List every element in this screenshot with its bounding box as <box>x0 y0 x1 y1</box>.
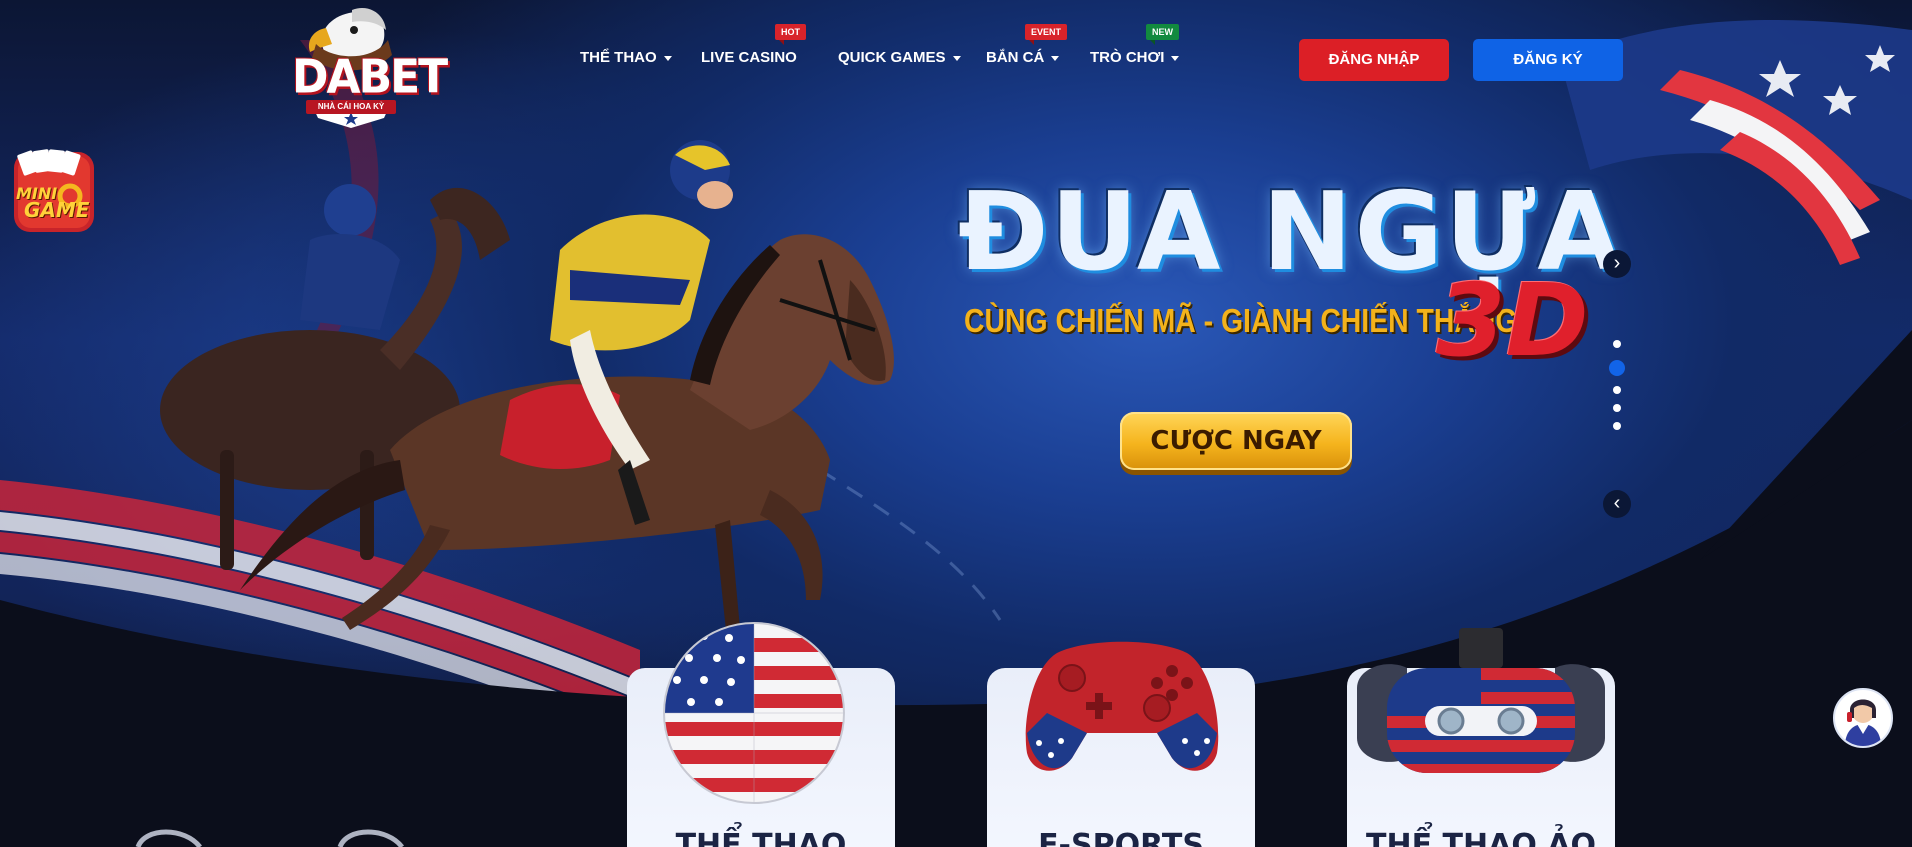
chevron-left-icon: ‹ <box>1613 492 1621 514</box>
register-button[interactable]: ĐĂNG KÝ <box>1473 39 1623 81</box>
chevron-down-icon <box>1171 55 1180 61</box>
nav-item-label: TRÒ CHƠI <box>1090 49 1165 66</box>
nav-item-quick-games[interactable]: QUICK GAMES <box>838 44 961 72</box>
horse-racing-illustration <box>160 140 894 650</box>
carousel-dot[interactable] <box>1613 422 1621 430</box>
live-support-button[interactable] <box>1833 688 1893 748</box>
category-label: THỂ THAO <box>675 828 847 847</box>
category-card-sports[interactable]: THỂ THAO <box>627 622 895 847</box>
chevron-down-icon <box>663 55 672 61</box>
support-agent-icon <box>1845 699 1881 746</box>
category-card-esports[interactable]: E-SPORTS <box>987 641 1255 847</box>
carousel-next-button[interactable]: › <box>1603 250 1631 278</box>
event-badge: EVENT <box>1025 24 1068 45</box>
chevron-down-icon <box>1051 55 1060 61</box>
carousel-prev-button[interactable]: ‹ <box>1603 490 1631 518</box>
nav-item-label: QUICK GAMES <box>838 49 946 66</box>
dabet-logo[interactable]: DABET NHÀ CÁI HOA KỲ <box>292 0 448 130</box>
bet-now-button[interactable]: CƯỢC NGAY <box>1120 412 1352 470</box>
carousel-dot[interactable] <box>1613 386 1621 394</box>
logo-tagline: NHÀ CÁI HOA KỲ <box>306 100 396 114</box>
category-label: E-SPORTS <box>1038 828 1204 847</box>
nav-item-label: BẮN CÁ <box>986 49 1045 66</box>
nav-item-live-casino[interactable]: LIVE CASINO HOT <box>701 24 806 72</box>
nav-item-label: LIVE CASINO <box>701 49 797 66</box>
mini-game-label-line2: GAME <box>24 198 90 222</box>
carousel-dot[interactable] <box>1613 340 1621 348</box>
nav-item-the-thao[interactable]: THỂ THAO <box>580 44 672 72</box>
decorative-rings <box>135 829 404 847</box>
chevron-down-icon <box>952 55 961 61</box>
soccer-ball-usa-flag-icon <box>663 622 845 804</box>
banner-3d-badge: 3D <box>1436 262 1589 379</box>
banner-subtitle: CÙNG CHIẾN MÃ - GIÀNH CHIẾN THẮNG <box>964 302 1518 339</box>
hot-badge: HOT <box>775 24 806 45</box>
carousel-dot-active[interactable] <box>1609 360 1625 376</box>
nav-item-label: THỂ THAO <box>580 49 657 66</box>
nav-item-ban-ca[interactable]: BẮN CÁ EVENT <box>986 24 1068 72</box>
top-header: DABET NHÀ CÁI HOA KỲ THỂ THAO LIVE CASIN… <box>0 0 1912 128</box>
category-label: THỂ THAO ẢO <box>1366 828 1596 847</box>
vr-headset-usa-flag-icon <box>1357 628 1605 773</box>
hero-banner <box>0 0 1912 847</box>
logo-wordmark: DABET <box>292 50 448 105</box>
mini-game-launcher[interactable]: MINI GAME <box>12 148 96 234</box>
new-badge: NEW <box>1146 24 1179 45</box>
carousel-dot[interactable] <box>1613 404 1621 412</box>
category-card-virtual-sports[interactable]: THỂ THAO ẢO <box>1347 628 1615 847</box>
chevron-right-icon: › <box>1613 252 1621 274</box>
login-button[interactable]: ĐĂNG NHẬP <box>1299 39 1449 81</box>
nav-item-tro-choi[interactable]: TRÒ CHƠI NEW <box>1090 24 1180 72</box>
gamepad-usa-flag-icon <box>1025 641 1219 771</box>
